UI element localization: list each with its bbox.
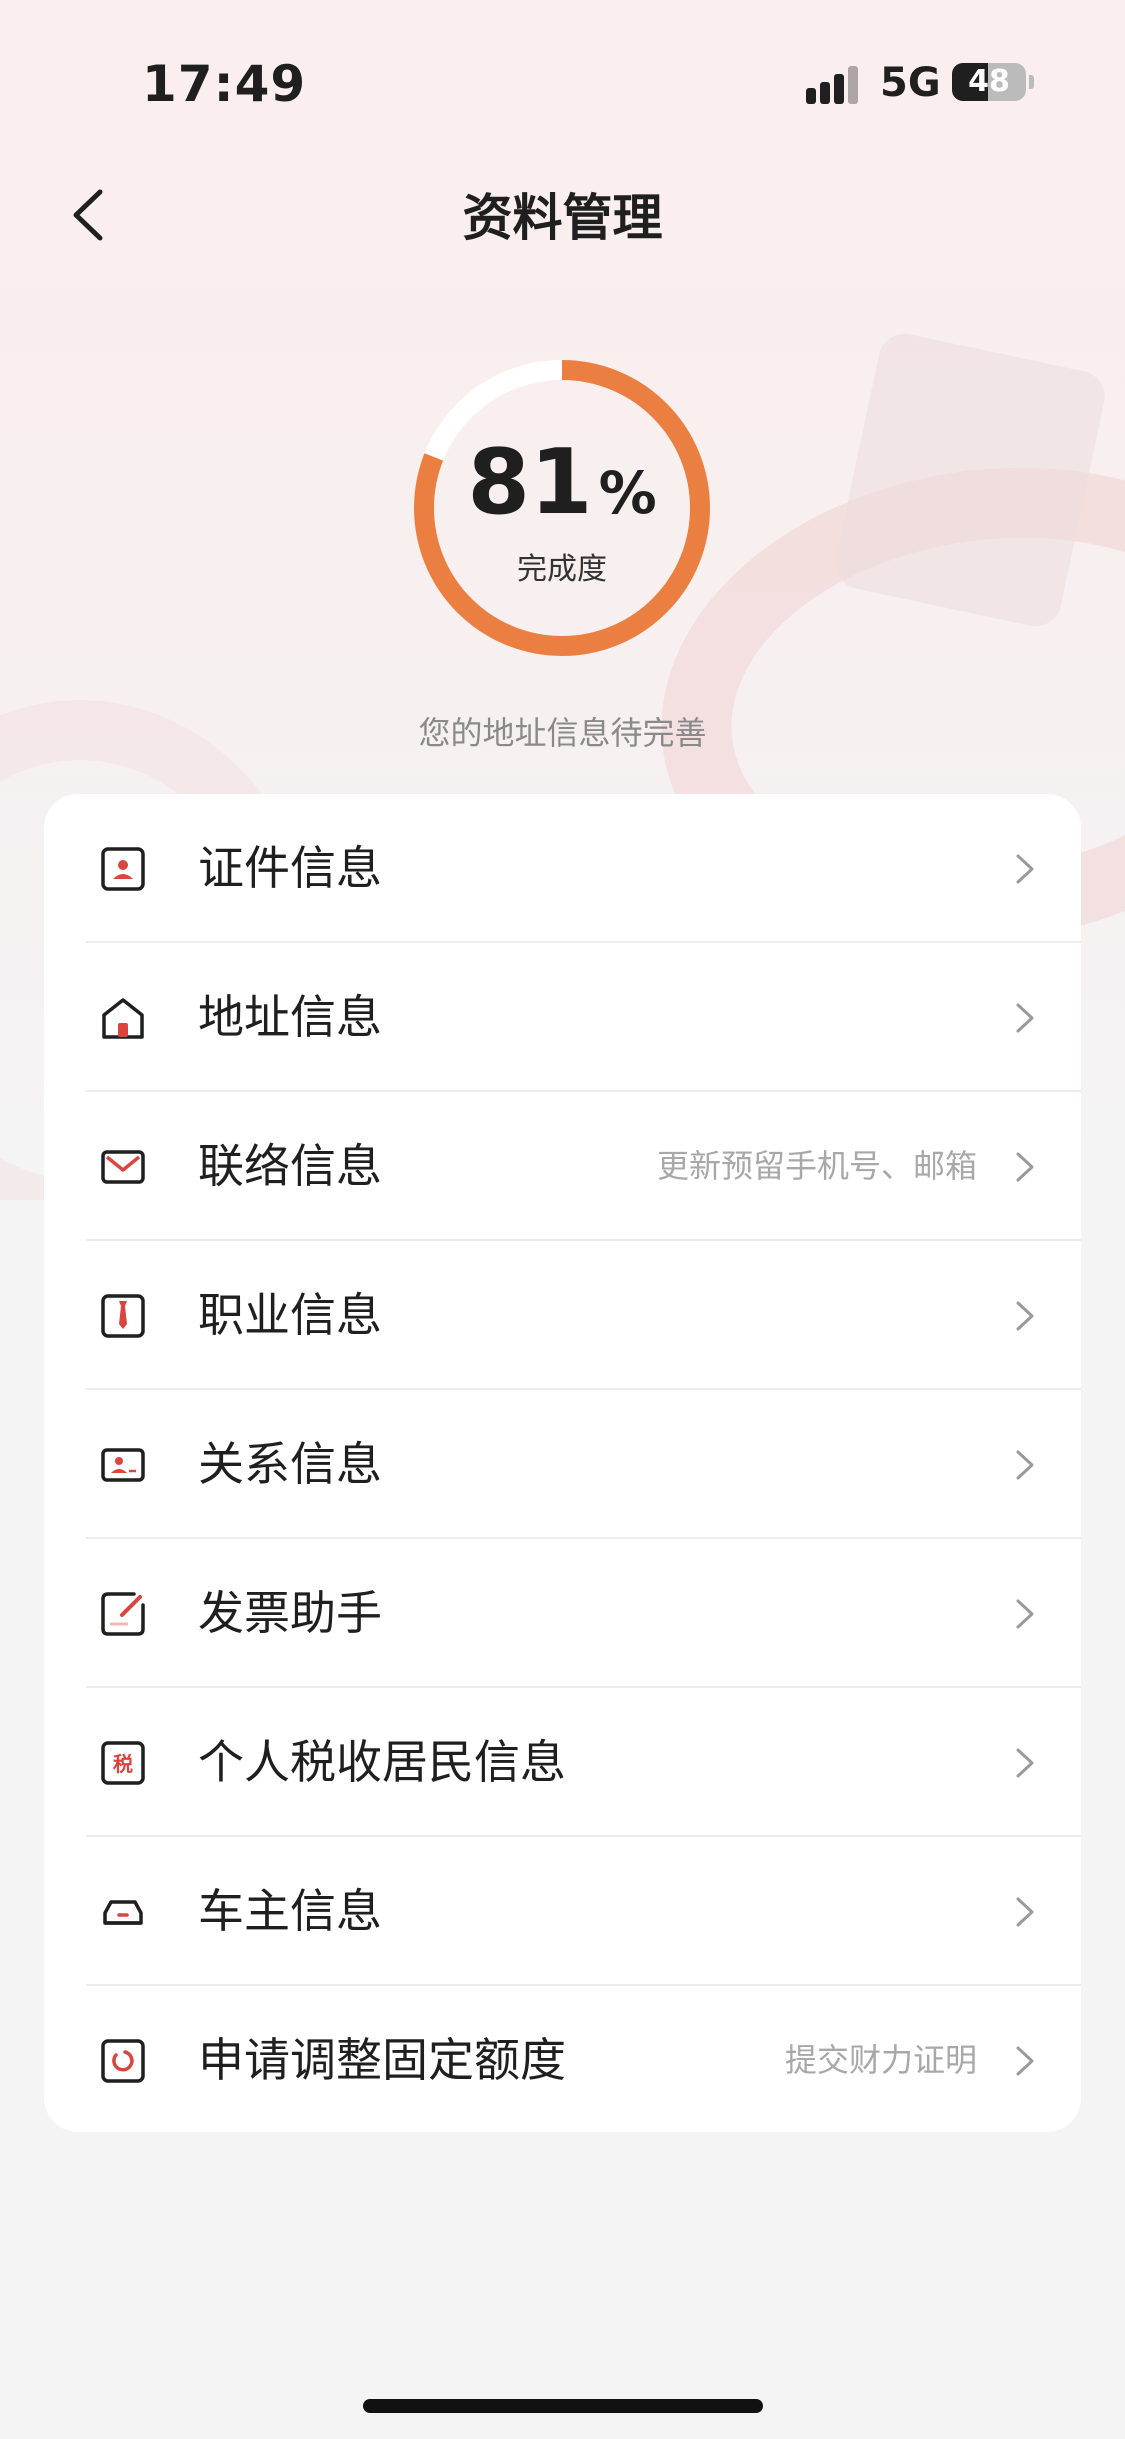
list-item-subtitle: 更新预留手机号、邮箱 [656,1147,977,1185]
status-bar: 17:49 5G 48 [0,0,1125,150]
list-item-id[interactable]: 证件信息 [44,794,1081,943]
list-item-label: 证件信息 [198,841,382,895]
completion-value: 81% [412,438,712,528]
page-title: 资料管理 [462,189,663,247]
list-item-label: 申请调整固定额度 [198,2033,566,2087]
completion-hint: 您的地址信息待完善 [418,714,707,752]
list-item-subtitle: 提交财力证明 [784,2041,977,2079]
chevron-right-icon [1016,2046,1034,2076]
chevron-right-icon [1016,1599,1034,1629]
tie-icon [101,1294,145,1338]
chevron-right-icon [1016,1003,1034,1033]
list-item-label: 地址信息 [198,990,382,1044]
house-icon [102,998,144,1039]
chevron-right-icon [1016,1897,1034,1927]
list-item-label: 职业信息 [198,1288,382,1342]
battery-level: 48 [968,64,1010,99]
list-item-car-owner[interactable]: 车主信息 [44,1837,1081,1986]
home-indicator[interactable] [363,2399,763,2413]
list-item-invoice[interactable]: 发票助手 [44,1539,1081,1688]
tax-icon-glyph: 税 [113,1752,133,1776]
invoice-icon [101,1592,145,1636]
list-item-label: 车主信息 [198,1884,382,1938]
chevron-right-icon [1016,1152,1034,1182]
list-item-contact[interactable]: 联络信息 更新预留手机号、邮箱 [44,1092,1081,1241]
info-list: 证件信息 地址信息 联络信息 更新预留手机号、邮箱 职业信息 关系信息 发票助手… [44,794,1081,2132]
chevron-right-icon [1016,1450,1034,1480]
refresh-circle-icon [101,2039,145,2083]
battery-icon: 48 [952,63,1026,101]
battery-nub [1029,75,1034,89]
network-type: 5G [880,60,941,106]
list-item-label: 个人税收居民信息 [198,1735,566,1789]
list-item-label: 关系信息 [198,1437,382,1491]
chevron-right-icon [1016,1301,1034,1331]
list-item-address[interactable]: 地址信息 [44,943,1081,1092]
list-item-label: 联络信息 [198,1139,382,1193]
contact-card-icon [101,1448,145,1482]
signal-icon [806,64,866,104]
tax-icon: 税 [101,1741,145,1785]
envelope-icon [101,1150,145,1184]
car-icon [103,1900,143,1925]
list-item-relationship[interactable]: 关系信息 [44,1390,1081,1539]
id-card-icon [101,847,145,891]
chevron-right-icon [1016,1748,1034,1778]
list-item-label: 发票助手 [198,1586,382,1640]
chevron-right-icon [1016,854,1034,884]
list-item-tax-residency[interactable]: 税 个人税收居民信息 [44,1688,1081,1837]
status-time: 17:49 [142,55,307,113]
completion-label: 完成度 [517,552,607,587]
completion-unit: % [598,459,657,527]
completion-progress: 81% 完成度 [412,358,712,658]
list-item-credit-limit[interactable]: 申请调整固定额度 提交财力证明 [44,1986,1081,2132]
completion-number: 81 [467,430,593,535]
list-item-occupation[interactable]: 职业信息 [44,1241,1081,1390]
